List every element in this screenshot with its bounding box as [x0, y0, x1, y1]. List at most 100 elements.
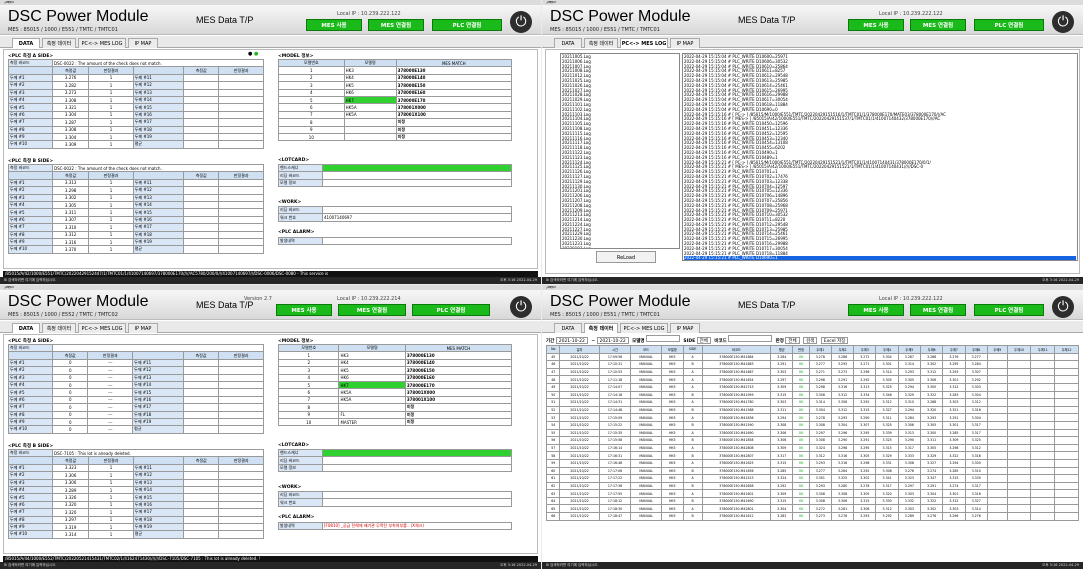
- model-name: MASTER: [338, 417, 406, 427]
- table-row[interactable]: 66 2021/10/22 17:18:47 MANUAL HK5 B 378000E150…: [545, 512, 1079, 521]
- tab-measure[interactable]: 측정 데이터: [584, 38, 618, 48]
- cell: MANUAL: [630, 474, 662, 483]
- log-file-list[interactable]: 20211005.Log 20211006.Log 20211007.Log 2021…: [560, 53, 680, 249]
- excel-save-button[interactable]: Excel 저장: [820, 337, 849, 344]
- date-from[interactable]: 2021-10-22: [555, 337, 588, 344]
- mes-use-button[interactable]: MES 사용: [276, 304, 332, 316]
- cell: HK5: [660, 398, 684, 407]
- plc-connected-button[interactable]: PLC 연결됨: [412, 304, 490, 316]
- model-row[interactable]: 3 HK5 378000E150: [277, 366, 513, 375]
- model-row[interactable]: 6 HK5A 378001X000: [277, 388, 513, 397]
- table-row[interactable]: 61 2021/10/22 17:17:22 MANUAL HK5 A 378000E150…: [545, 474, 1079, 483]
- result-select[interactable]: 전체: [785, 337, 800, 344]
- model-row[interactable]: 9 FL 미정: [277, 410, 513, 419]
- row-label: 두께 #13: [132, 88, 185, 97]
- table-row[interactable]: 52 2021/10/22 17:14:48 MANUAL HK5 B 378000E150…: [545, 405, 1079, 415]
- power-icon[interactable]: ⏻: [1052, 11, 1074, 33]
- cell: 3.276: [942, 352, 966, 362]
- table-row[interactable]: 62 2021/10/22 17:17:36 MANUAL HK5 B 378000E150…: [545, 481, 1079, 491]
- cell: 3.309: [770, 382, 794, 392]
- model-row[interactable]: 7 HK5A 378001X100: [277, 395, 513, 405]
- model-row[interactable]: 8 미정: [277, 403, 513, 412]
- search-button[interactable]: 검색: [803, 337, 818, 344]
- plc-connected-button[interactable]: PLC 연결됨: [974, 19, 1044, 31]
- model-row[interactable]: 4 HK6 378000E160: [277, 373, 513, 382]
- power-icon[interactable]: ⏻: [1052, 296, 1074, 318]
- mes-connected-button[interactable]: MES 연결됨: [910, 19, 966, 31]
- power-icon[interactable]: ⏻: [510, 296, 532, 318]
- table-row[interactable]: 53 2021/10/22 17:15:09 MANUAL HK5 A 378000E150…: [545, 413, 1079, 422]
- mes-use-button[interactable]: MES 사용: [848, 304, 904, 316]
- model-row[interactable]: 8 미정: [278, 118, 513, 127]
- cell: 3.341: [875, 474, 899, 483]
- model-row[interactable]: 7 HK5A 378001X100: [278, 110, 513, 120]
- log-content-list[interactable]: 2022-04-29 15:15:04 # PLC_WRITE D10600=2…: [682, 53, 1078, 261]
- table-row[interactable]: 65 2021/10/22 17:18:30 MANUAL HK5 A 378000E150…: [545, 504, 1079, 514]
- cell: 17:18:47: [598, 512, 632, 521]
- tab-log[interactable]: PC<-> MES LOG: [620, 38, 668, 48]
- row-result: [218, 223, 264, 232]
- table-row[interactable]: 51 2021/10/22 17:14:31 MANUAL HK5 A 378000E150…: [545, 398, 1079, 407]
- mes-connected-button[interactable]: MES 연결됨: [338, 304, 406, 316]
- plc-connected-button[interactable]: PLC 연결됨: [974, 304, 1044, 316]
- barcode-input[interactable]: [728, 335, 773, 342]
- model-row[interactable]: 10 미정: [278, 132, 513, 142]
- column-header: 두께12: [1054, 345, 1079, 354]
- tab-data[interactable]: DATA: [554, 38, 582, 48]
- model-row[interactable]: 9 미정: [278, 125, 513, 134]
- table-row[interactable]: 45 2021/10/22 17:09:56 MANUAL HK5 A 378000E150…: [545, 352, 1079, 362]
- model-row[interactable]: 1 HK3 378000E130: [278, 66, 513, 75]
- row-label: 평균: [132, 140, 185, 149]
- table-row[interactable]: 55 2021/10/22 17:15:35 MANUAL HK5 A 378000E150…: [545, 428, 1079, 438]
- table-row[interactable]: 57 2021/10/22 17:16:14 MANUAL HK5 A 378000E150…: [545, 443, 1079, 453]
- mes-connected-button[interactable]: MES 연결됨: [910, 304, 966, 316]
- cell: 3.291: [830, 375, 855, 384]
- tab-measure[interactable]: 측정 데이터: [42, 38, 76, 48]
- model-no: 6: [278, 103, 345, 112]
- model-select[interactable]: [645, 335, 680, 342]
- model-row[interactable]: 2 HK4 378000E140: [277, 358, 513, 368]
- cell: 3.317: [964, 481, 988, 491]
- table-row[interactable]: 58 2021/10/22 17:16:31 MANUAL HK5 B 378000E150…: [545, 451, 1079, 460]
- model-row[interactable]: 3 HK5 378000E150: [278, 81, 513, 90]
- tab-ipmap[interactable]: IP MAP: [670, 38, 700, 48]
- hand-scanner-field[interactable]: [322, 163, 512, 173]
- cell: 58: [545, 451, 561, 460]
- table-row[interactable]: 60 2021/10/22 17:17:06 MANUAL HK5 B 378000E150…: [545, 466, 1079, 476]
- table-row[interactable]: 56 2021/10/22 17:15:58 MANUAL HK5 B 378000E150…: [545, 436, 1079, 445]
- power-icon[interactable]: ⏻: [510, 11, 532, 33]
- tab-ipmap[interactable]: IP MAP: [128, 38, 158, 48]
- table-row[interactable]: 59 2021/10/22 17:16:48 MANUAL HK5 A 378000E150…: [545, 458, 1079, 468]
- table-row[interactable]: 64 2021/10/22 17:18:12 MANUAL HK5 B 378000E150…: [545, 496, 1079, 506]
- model-row[interactable]: 5 HK7 378000E170: [277, 380, 513, 390]
- tab-log[interactable]: PC<-> MES LOG: [78, 38, 126, 48]
- model-row[interactable]: 2 HK4 378000E140: [278, 73, 513, 83]
- model-row[interactable]: 4 HK6 378000E160: [278, 88, 513, 97]
- table-row[interactable]: 50 2021/10/22 17:14:18 MANUAL HK5 B 378000E150…: [545, 390, 1079, 400]
- date-to[interactable]: 2021-10-22: [596, 337, 629, 344]
- taskbar-search[interactable]: 검색하려면 여기에 입력하십시오.: [8, 278, 56, 282]
- table-row[interactable]: 54 2021/10/22 17:15:22 MANUAL HK5 B 378000E150…: [545, 420, 1079, 430]
- cell: [986, 428, 1008, 438]
- table-row[interactable]: 49 2021/10/22 17:14:07 MANUAL HK5 A 378000E150…: [545, 382, 1079, 392]
- cell: [986, 360, 1008, 369]
- table-row[interactable]: 46 2021/10/22 17:10:31 MANUAL HK5 B 378000E150…: [545, 360, 1079, 369]
- model-row[interactable]: 5 HK7 378000E170: [278, 95, 513, 105]
- model-row[interactable]: 1 HK3 378000E130: [277, 351, 513, 360]
- plc-connected-button[interactable]: PLC 연결됨: [432, 19, 502, 31]
- cell: MANUAL: [630, 436, 662, 445]
- table-row[interactable]: 47 2021/10/22 17:10:53 MANUAL HK5 A 378000E150…: [545, 367, 1079, 377]
- mes-connected-button[interactable]: MES 연결됨: [368, 19, 424, 31]
- tab-data[interactable]: DATA: [12, 38, 40, 48]
- reload-button[interactable]: ReLoad: [596, 251, 656, 263]
- cell: [1030, 413, 1056, 422]
- cell: 378000E150-M41683: [701, 360, 772, 369]
- mes-use-button[interactable]: MES 사용: [848, 19, 904, 31]
- table-row[interactable]: 48 2021/10/22 17:11:18 MANUAL HK5 A 378000E150…: [545, 375, 1079, 384]
- table-row[interactable]: 63 2021/10/22 17:17:55 MANUAL HK5 A 378000E150…: [545, 489, 1079, 498]
- row-value: 3.311: [51, 208, 90, 217]
- side-select[interactable]: 전체: [696, 337, 711, 344]
- mes-use-button[interactable]: MES 사용: [306, 19, 362, 31]
- model-row[interactable]: 10 MASTER 미정: [277, 417, 513, 427]
- model-row[interactable]: 6 HK5A 378001X000: [278, 103, 513, 112]
